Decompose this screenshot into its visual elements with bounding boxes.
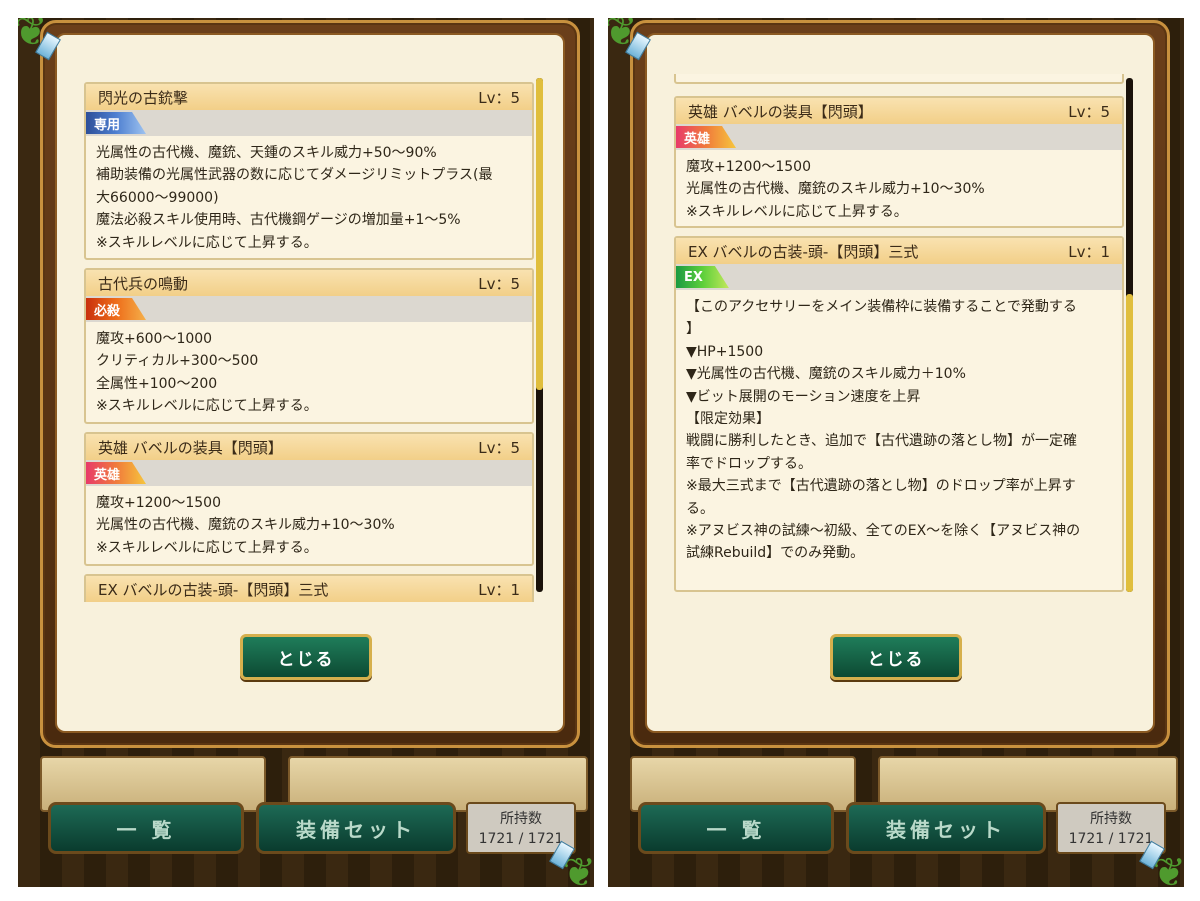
skill-description: 光属性の古代機、魔銃、天鍾のスキル威力+50〜90% 補助装備の光属性武器の数に… bbox=[86, 136, 532, 260]
equipment-detail-dialog-left: 一 覧 装備セット 所持数 1721 / 1721 ❦ ❦ 閃光の古銃撃 Lv：… bbox=[18, 18, 594, 887]
skill-tag-row: 英雄 bbox=[86, 460, 532, 486]
skill-description: 魔攻+600〜1000 クリティカル+300〜500 全属性+100〜200 ※… bbox=[86, 322, 532, 424]
description-line: ▼HP+1500 bbox=[686, 343, 764, 360]
description-line: る。 bbox=[686, 500, 714, 517]
skill-name: 閃光の古銃撃 bbox=[98, 88, 189, 107]
skill-card: EX バベルの古装-頭-【閃頭】三式 Lv：1 bbox=[84, 574, 534, 602]
equip-set-button[interactable]: 装備セット bbox=[256, 802, 456, 854]
skill-tag-row: 必殺 bbox=[86, 296, 532, 322]
scrollbar-thumb[interactable] bbox=[536, 78, 543, 390]
description-line: ※アヌビス神の試練〜初級、全てのEX〜を除く【アヌビス神の bbox=[686, 523, 1081, 540]
bottom-bar: 一 覧 装備セット 所持数 1721 / 1721 bbox=[608, 748, 1184, 887]
description-line: クリティカル+300〜500 bbox=[96, 353, 259, 370]
description-line: 大66000〜99000) bbox=[96, 189, 219, 206]
skill-card: 閃光の古銃撃 Lv：5 専用 光属性の古代機、魔銃、天鍾のスキル威力+50〜90… bbox=[84, 82, 534, 260]
skill-tag: 英雄 bbox=[86, 462, 146, 484]
skill-level: Lv：5 bbox=[478, 274, 520, 293]
skill-list[interactable]: 英雄 バベルの装具【閃頭】 Lv：5 英雄 魔攻+1200〜1500 光属性の古… bbox=[674, 74, 1134, 592]
owned-count-label: 所持数 bbox=[500, 811, 542, 827]
skill-card: EX バベルの古装-頭-【閃頭】三式 Lv：1 EX 【このアクセサリーをメイン… bbox=[674, 236, 1124, 592]
list-button[interactable]: 一 覧 bbox=[638, 802, 834, 854]
description-line: ※スキルレベルに応じて上昇する。 bbox=[96, 234, 318, 251]
skill-card: 英雄 バベルの装具【閃頭】 Lv：5 英雄 魔攻+1200〜1500 光属性の古… bbox=[84, 432, 534, 566]
description-line: 【限定効果】 bbox=[686, 411, 770, 428]
skill-description: 魔攻+1200〜1500 光属性の古代機、魔銃のスキル威力+10〜30% ※スキ… bbox=[676, 150, 1122, 229]
description-line: ▼ビット展開のモーション速度を上昇 bbox=[686, 388, 921, 405]
skill-level: Lv：1 bbox=[1068, 242, 1110, 261]
description-line: 魔攻+600〜1000 bbox=[96, 331, 213, 347]
close-button[interactable]: とじる bbox=[240, 634, 372, 680]
skill-tag-row: 専用 bbox=[86, 110, 532, 136]
scrollbar-thumb[interactable] bbox=[1126, 294, 1133, 592]
skill-list[interactable]: 閃光の古銃撃 Lv：5 専用 光属性の古代機、魔銃、天鍾のスキル威力+50〜90… bbox=[84, 82, 544, 602]
skill-name: EX バベルの古装-頭-【閃頭】三式 bbox=[98, 580, 329, 599]
list-button[interactable]: 一 覧 bbox=[48, 802, 244, 854]
skill-card-header: 英雄 バベルの装具【閃頭】 Lv：5 bbox=[676, 98, 1122, 124]
description-line: 【このアクセサリーをメイン装備枠に装備することで発動する bbox=[686, 299, 1077, 315]
skill-description: 【このアクセサリーをメイン装備枠に装備することで発動する 】 ▼HP+1500 … bbox=[676, 290, 1122, 571]
skill-name: 英雄 バベルの装具【閃頭】 bbox=[98, 438, 283, 457]
equipment-detail-dialog-right: 一 覧 装備セット 所持数 1721 / 1721 ❦ ❦ 英雄 バベルの装具【… bbox=[608, 18, 1184, 887]
description-line: 試練Rebuild】でのみ発動。 bbox=[686, 545, 865, 562]
skill-tag-row: 英雄 bbox=[676, 124, 1122, 150]
skill-card: 古代兵の鳴動 Lv：5 必殺 魔攻+600〜1000 クリティカル+300〜50… bbox=[84, 268, 534, 424]
description-line: 魔攻+1200〜1500 bbox=[686, 159, 811, 175]
description-line: 光属性の古代機、魔銃のスキル威力+10〜30% bbox=[686, 181, 985, 198]
skill-card: 英雄 バベルの装具【閃頭】 Lv：5 英雄 魔攻+1200〜1500 光属性の古… bbox=[674, 96, 1124, 228]
description-line: ※最大三式まで【古代遺跡の落とし物】のドロップ率が上昇す bbox=[686, 478, 1076, 495]
description-line: ▼光属性の古代機、魔銃のスキル威力＋10% bbox=[686, 366, 966, 383]
skill-card-partial bbox=[674, 74, 1124, 84]
description-line: ※スキルレベルに応じて上昇する。 bbox=[686, 203, 908, 220]
skill-name: 英雄 バベルの装具【閃頭】 bbox=[688, 102, 873, 121]
skill-name: EX バベルの古装-頭-【閃頭】三式 bbox=[688, 242, 919, 261]
description-line: 魔法必殺スキル使用時、古代機鋼ゲージの増加量+1〜5% bbox=[96, 212, 461, 229]
description-line: 率でドロップする。 bbox=[686, 455, 812, 472]
skill-tag: EX bbox=[676, 266, 729, 288]
skill-tag-row: EX bbox=[676, 264, 1122, 290]
skill-tag: 必殺 bbox=[86, 298, 146, 320]
skill-tag: 専用 bbox=[86, 112, 146, 134]
scrollbar[interactable] bbox=[536, 78, 543, 592]
scrollbar[interactable] bbox=[1126, 78, 1133, 592]
description-line: 】 bbox=[686, 321, 700, 338]
description-line: 光属性の古代機、魔銃、天鍾のスキル威力+50〜90% bbox=[96, 145, 437, 161]
equip-set-button[interactable]: 装備セット bbox=[846, 802, 1046, 854]
description-line: ※スキルレベルに応じて上昇する。 bbox=[96, 539, 318, 556]
description-line: 全属性+100〜200 bbox=[96, 375, 218, 392]
skill-level: Lv：5 bbox=[478, 438, 520, 457]
owned-count-label: 所持数 bbox=[1090, 811, 1132, 827]
close-button[interactable]: とじる bbox=[830, 634, 962, 680]
skill-level: Lv：5 bbox=[1068, 102, 1110, 121]
skill-card-header: 閃光の古銃撃 Lv：5 bbox=[86, 84, 532, 110]
description-line: 補助装備の光属性武器の数に応じてダメージリミットプラス(最 bbox=[96, 167, 493, 184]
skill-card-header: EX バベルの古装-頭-【閃頭】三式 Lv：1 bbox=[86, 576, 532, 602]
skill-name: 古代兵の鳴動 bbox=[98, 274, 189, 293]
skill-level: Lv：1 bbox=[478, 580, 520, 599]
description-line: 光属性の古代機、魔銃のスキル威力+10〜30% bbox=[96, 517, 395, 534]
skill-card-header: EX バベルの古装-頭-【閃頭】三式 Lv：1 bbox=[676, 238, 1122, 264]
skill-level: Lv：5 bbox=[478, 88, 520, 107]
skill-card-header: 英雄 バベルの装具【閃頭】 Lv：5 bbox=[86, 434, 532, 460]
skill-description: 魔攻+1200〜1500 光属性の古代機、魔銃のスキル威力+10〜30% ※スキ… bbox=[86, 486, 532, 565]
description-line: 戦闘に勝利したとき、追加で【古代遺跡の落とし物】が一定確 bbox=[686, 433, 1078, 450]
description-line: 魔攻+1200〜1500 bbox=[96, 495, 221, 511]
skill-tag: 英雄 bbox=[676, 126, 736, 148]
description-line: ※スキルレベルに応じて上昇する。 bbox=[96, 398, 318, 415]
bottom-bar: 一 覧 装備セット 所持数 1721 / 1721 bbox=[18, 748, 594, 887]
skill-card-header: 古代兵の鳴動 Lv：5 bbox=[86, 270, 532, 296]
